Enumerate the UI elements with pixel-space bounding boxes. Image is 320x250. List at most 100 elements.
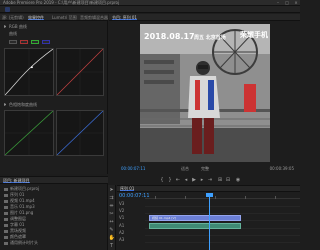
rgb-curves-row[interactable]: RGB 曲线: [4, 24, 104, 29]
track-lane-a3[interactable]: [145, 237, 300, 243]
video-scene-svg: [140, 24, 270, 162]
blue-curve-svg: [57, 111, 103, 155]
tab-project[interactable]: 项目: 新建项目: [3, 178, 30, 183]
program-monitor-tabbar: 节目: 序列 01: [109, 14, 300, 21]
red-channel-selector[interactable]: [20, 40, 28, 44]
project-item[interactable]: 视频 01.mp4: [4, 198, 104, 203]
play-icon[interactable]: ▶: [191, 177, 197, 183]
timeline-tabbar: 序列 01: [117, 186, 300, 192]
tab-lumetri-scopes[interactable]: Lumetri 范围: [52, 15, 77, 20]
track-header-a2[interactable]: A2: [117, 230, 145, 236]
file-icon: [4, 211, 8, 215]
playhead-line[interactable]: [209, 193, 210, 250]
program-duration: 00:00:39:05: [269, 166, 294, 171]
step-forward-icon[interactable]: ▸: [199, 177, 205, 183]
close-icon[interactable]: ×: [294, 1, 298, 5]
overlay-date: 2018.08.17: [144, 32, 195, 41]
curve-label: 曲线: [9, 31, 17, 36]
track-header-v2[interactable]: V2: [117, 208, 145, 214]
disclosure-triangle-icon[interactable]: [4, 103, 7, 106]
project-item[interactable]: 调整图层: [4, 216, 104, 221]
track-lane-v1[interactable]: 视频 01.mp4 [V]: [145, 215, 300, 221]
minimize-icon[interactable]: –: [276, 1, 280, 5]
tab-source[interactable]: 源: (无剪辑): [2, 15, 24, 20]
project-item[interactable]: 音乐 01.mp3: [4, 204, 104, 209]
track-lane-a2[interactable]: [145, 230, 300, 236]
time-ruler[interactable]: [145, 193, 300, 199]
video-frame[interactable]: 2018.08.17 周五 北京首场 荣耀手机: [140, 24, 270, 162]
track-select-icon[interactable]: ⇉: [109, 195, 115, 201]
tab-audio-mixer[interactable]: 音频剪辑混合器: [80, 15, 108, 20]
type-icon[interactable]: T: [109, 243, 115, 249]
blue-curve-graph[interactable]: [56, 110, 104, 156]
project-item[interactable]: 字幕 01: [4, 222, 104, 227]
go-to-in-icon[interactable]: ⇤: [175, 177, 181, 183]
ruler-tick: [215, 196, 216, 199]
razor-icon[interactable]: ✂: [109, 211, 115, 217]
hand-icon[interactable]: ✋: [109, 235, 115, 241]
slip-icon[interactable]: ↔: [109, 219, 115, 225]
project-item[interactable]: 序列 01: [4, 192, 104, 197]
track-header-a1[interactable]: A1: [117, 223, 145, 229]
overlay-subtitle: 周五 北京首场: [194, 35, 226, 41]
zoom-select[interactable]: 适合: [181, 166, 189, 172]
track-header-a3[interactable]: A3: [117, 237, 145, 243]
project-item[interactable]: 通用倒计时片头: [4, 240, 104, 245]
video-clip[interactable]: 视频 01.mp4 [V]: [149, 215, 241, 221]
ruler-tick: [155, 196, 156, 199]
project-item[interactable]: 新建项目.prproj: [4, 186, 104, 191]
program-monitor: 节目: 序列 01 2018.08.17 周五 北京首场 荣耀手机 00:00:…: [109, 14, 300, 174]
ruler-tick: [245, 196, 246, 199]
insert-icon[interactable]: ⊞: [217, 177, 223, 183]
track-lane-a1[interactable]: [145, 223, 300, 229]
tab-program[interactable]: 节目: 序列 01: [112, 15, 137, 20]
file-icon: [4, 223, 8, 227]
disclosure-triangle-icon[interactable]: [4, 25, 7, 28]
overlay-brand: 荣耀手机: [240, 31, 268, 39]
track-lane-v3[interactable]: [145, 201, 300, 207]
ruler-tick: [275, 196, 276, 199]
red-curve-graph[interactable]: [56, 48, 104, 96]
track-header-v3[interactable]: V3: [117, 201, 145, 207]
project-item-label: 字幕 01: [10, 222, 25, 227]
tab-effect-controls[interactable]: 效果控件: [28, 15, 44, 20]
green-curve-graph[interactable]: [4, 110, 54, 156]
menu-bar: [0, 6, 300, 13]
tab-sequence[interactable]: 序列 01: [120, 186, 135, 191]
luma-curve-graph[interactable]: [4, 48, 54, 96]
ruler-tick: [185, 196, 186, 199]
red-curve-svg: [57, 49, 103, 95]
ripple-edit-icon[interactable]: ⇹: [109, 203, 115, 209]
blue-channel-selector[interactable]: [42, 40, 50, 44]
step-back-icon[interactable]: ◂: [183, 177, 189, 183]
program-monitor-footer: 00:00:07:11 适合 完整 00:00:39:05: [109, 164, 300, 174]
curve-channels-row: 曲线: [4, 31, 104, 36]
overwrite-icon[interactable]: ⊟: [225, 177, 231, 183]
luma-curve-svg: [5, 49, 53, 95]
program-timecode[interactable]: 00:00:07:11: [121, 166, 145, 171]
hsl-curves-row[interactable]: 色相饱和度曲线: [4, 102, 104, 107]
export-frame-icon[interactable]: ◉: [235, 177, 241, 183]
audio-clip[interactable]: [149, 223, 241, 229]
mark-in-icon[interactable]: {: [159, 177, 165, 183]
green-curve-svg: [5, 111, 53, 155]
project-item-label: 黑场视频: [10, 228, 26, 233]
green-channel-selector[interactable]: [31, 40, 39, 44]
selection-tool-icon[interactable]: ➤: [109, 187, 115, 193]
project-item-label: 音乐 01.mp3: [10, 204, 35, 209]
transport-controls: { } ⇤ ◂ ▶ ▸ ⇥ ⊞ ⊟ ◉: [109, 176, 300, 184]
track-header-v1[interactable]: V1: [117, 215, 145, 221]
white-channel-selector[interactable]: [9, 40, 17, 44]
maximize-icon[interactable]: □: [285, 1, 289, 5]
go-to-out-icon[interactable]: ⇥: [207, 177, 213, 183]
file-icon: [4, 193, 8, 197]
project-item[interactable]: 图片 01.png: [4, 210, 104, 215]
project-panel: 项目: 新建项目 新建项目.prproj 序列 01 视频 01.mp4 音乐 …: [0, 176, 108, 250]
file-icon: [4, 199, 8, 203]
track-lane-v2[interactable]: [145, 208, 300, 214]
resolution-select[interactable]: 完整: [201, 166, 209, 172]
project-item[interactable]: 黑场视频: [4, 228, 104, 233]
project-item[interactable]: 颜色遮罩: [4, 234, 104, 239]
mark-out-icon[interactable]: }: [167, 177, 173, 183]
pen-icon[interactable]: ✎: [109, 227, 115, 233]
